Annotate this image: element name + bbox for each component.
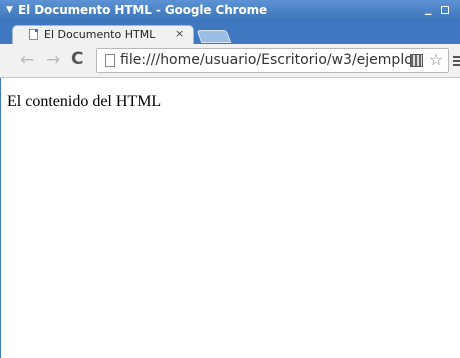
- window-menu-icon[interactable]: ▼: [6, 5, 13, 15]
- new-tab-button[interactable]: [196, 30, 232, 43]
- forward-arrow-icon[interactable]: →: [46, 50, 60, 70]
- back-arrow-icon[interactable]: ←: [20, 50, 34, 70]
- page-icon: [105, 54, 115, 67]
- maximize-button[interactable]: [441, 6, 449, 14]
- window-titlebar[interactable]: ▼ El Documento HTML - Google Chrome _: [0, 0, 460, 22]
- translate-icon[interactable]: [410, 54, 423, 67]
- browser-toolbar: ← → C file:///home/usuario/Escritorio/w3…: [0, 44, 460, 78]
- page-content: El contenido del HTML: [0, 78, 460, 358]
- window-title: El Documento HTML - Google Chrome: [18, 3, 268, 17]
- chrome-menu-icon[interactable]: [453, 56, 460, 66]
- address-url[interactable]: file:///home/usuario/Escritorio/w3/ejemp…: [120, 52, 410, 68]
- tab-close-icon[interactable]: ×: [175, 27, 184, 40]
- tab-title: El Documento HTML: [44, 28, 156, 41]
- bookmark-star-icon[interactable]: ☆: [429, 50, 443, 69]
- page-body-text: El contenido del HTML: [7, 93, 162, 110]
- minimize-button[interactable]: _: [425, 1, 432, 16]
- address-bar[interactable]: file:///home/usuario/Escritorio/w3/ejemp…: [96, 48, 449, 73]
- reload-icon[interactable]: C: [71, 49, 83, 69]
- tab-strip: El Documento HTML ×: [0, 22, 460, 44]
- page-icon: [29, 29, 38, 40]
- tab-el-documento-html[interactable]: El Documento HTML ×: [12, 25, 194, 44]
